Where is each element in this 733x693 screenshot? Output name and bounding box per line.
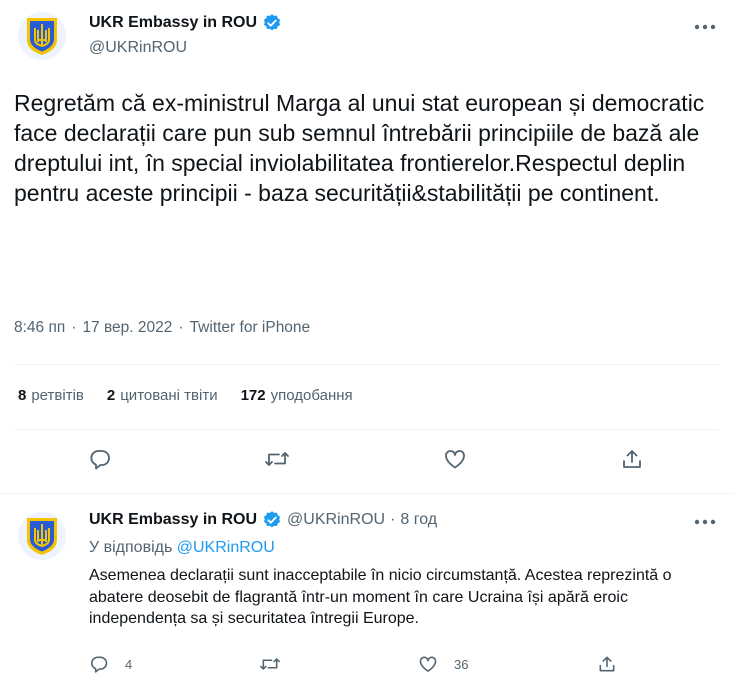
reply-count: 4 <box>125 656 133 672</box>
heart-icon <box>445 450 465 469</box>
like-button[interactable] <box>437 441 473 477</box>
quotes-label: цитовані твіти <box>120 387 218 404</box>
avatar[interactable] <box>18 512 66 560</box>
like-count: 36 <box>454 656 469 672</box>
tweet-date[interactable]: 17 вер. 2022 <box>82 319 172 337</box>
ukraine-trident-icon <box>27 518 57 555</box>
separator-dot: · <box>71 319 77 336</box>
retweets-count: 8 <box>18 387 27 404</box>
like-button[interactable]: 36 <box>418 654 468 674</box>
share-icon <box>599 656 615 672</box>
retweet-button[interactable] <box>259 441 295 477</box>
replying-to-handle[interactable]: @UKRinROU <box>177 539 275 556</box>
retweet-icon <box>265 452 289 466</box>
tweet-text: Asemenea declarații sunt inacceptabile î… <box>89 567 672 627</box>
author-line: UKR Embassy in ROU <box>89 13 282 33</box>
ukraine-trident-icon <box>27 18 57 55</box>
reply-tweet[interactable]: UKR Embassy in ROU @UKRinROU · 8 год У в… <box>0 493 733 693</box>
retweets-label: ретвітів <box>31 387 84 404</box>
handle[interactable]: @UKRinROU <box>287 511 385 529</box>
display-name[interactable]: UKR Embassy in ROU <box>89 14 257 32</box>
reply-icon <box>90 450 110 470</box>
tweet-actions <box>0 441 733 477</box>
quotes-stat[interactable]: 2 цитовані твіти <box>107 387 218 404</box>
reply-button[interactable] <box>82 441 118 477</box>
replying-to: У відповідь @UKRinROU <box>89 539 275 557</box>
share-icon <box>623 450 641 468</box>
likes-stat[interactable]: 172 уподобання <box>241 387 353 404</box>
more-options-button[interactable] <box>691 13 719 41</box>
more-options-button[interactable] <box>691 508 719 536</box>
share-button[interactable] <box>614 441 650 477</box>
tweet-source[interactable]: Twitter for iPhone <box>190 319 311 337</box>
quotes-count: 2 <box>106 387 116 404</box>
reply-button[interactable]: 4 <box>89 654 132 674</box>
handle[interactable]: @UKRinROU <box>89 39 187 57</box>
retweet-button[interactable] <box>259 654 281 674</box>
replying-to-label: У відповідь <box>89 539 173 556</box>
tweet-time[interactable]: 8 год <box>400 511 437 529</box>
tweet-stats: 8 ретвітів 2 цитовані твіти 172 уподобан… <box>18 387 376 404</box>
avatar[interactable] <box>18 12 66 60</box>
display-name[interactable]: UKR Embassy in ROU <box>89 511 257 529</box>
verified-badge-icon <box>262 510 282 530</box>
divider <box>14 429 719 430</box>
share-button[interactable] <box>597 654 617 674</box>
tweet-meta: 8:46 пп · 17 вер. 2022 · Twitter for iPh… <box>14 319 310 337</box>
tweet-text: Regretăm că ex-ministrul Marga al unui s… <box>14 90 705 206</box>
separator-dot: · <box>390 511 396 528</box>
retweets-stat[interactable]: 8 ретвітів <box>18 387 84 404</box>
divider <box>14 364 719 365</box>
more-dots-icon <box>694 519 716 525</box>
main-tweet: UKR Embassy in ROU @UKRinROU Regretăm că… <box>0 0 733 493</box>
tweet-time[interactable]: 8:46 пп <box>14 319 65 337</box>
heart-icon <box>419 656 437 672</box>
more-dots-icon <box>694 24 716 30</box>
reply-icon <box>91 656 108 673</box>
retweet-icon <box>260 658 280 670</box>
tweet-actions: 4 36 <box>0 654 733 678</box>
verified-badge-icon <box>262 13 282 33</box>
separator-dot: · <box>178 319 184 336</box>
likes-label: уподобання <box>270 387 353 404</box>
likes-count: 172 <box>240 387 266 404</box>
author-line: UKR Embassy in ROU @UKRinROU · 8 год <box>89 510 437 530</box>
